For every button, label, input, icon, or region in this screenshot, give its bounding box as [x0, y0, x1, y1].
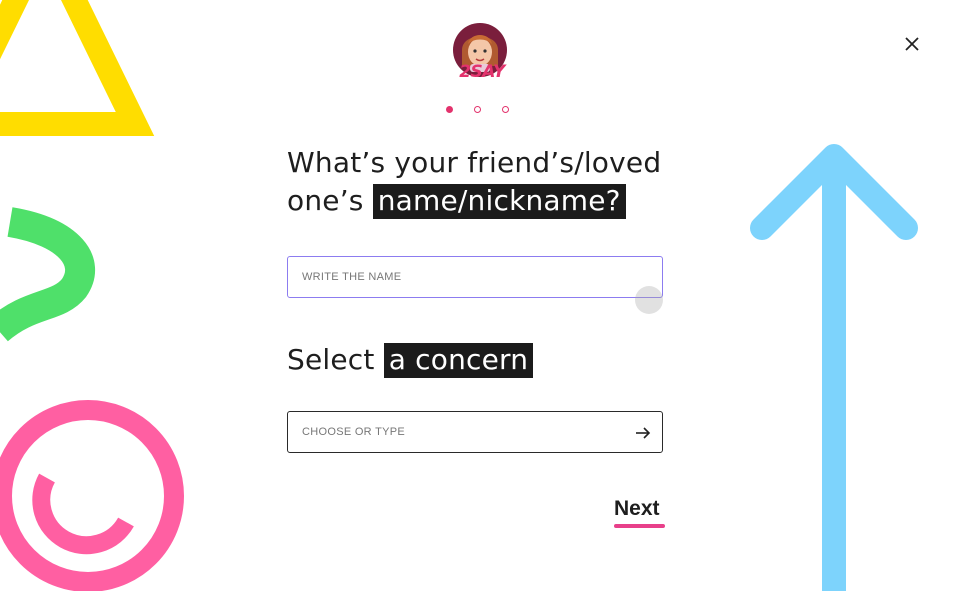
pink-ring-decoration [0, 400, 184, 591]
concern-field[interactable] [287, 411, 663, 453]
name-question-highlight: name/nickname? [372, 184, 626, 219]
concern-input[interactable] [288, 412, 662, 452]
next-button[interactable]: Next [614, 497, 660, 521]
name-field[interactable] [287, 256, 663, 298]
logo-wordmark: 2SAY [459, 62, 505, 82]
green-question-mark-decoration [0, 207, 96, 342]
name-question-heading: What’s your friend’s/loved one’s name/ni… [287, 144, 707, 220]
concern-question-highlight: a concern [383, 343, 534, 378]
next-underline [614, 524, 665, 528]
step-indicator [446, 106, 509, 113]
yellow-triangle-decoration [0, 0, 155, 136]
close-icon[interactable] [900, 32, 924, 56]
name-input[interactable] [288, 257, 662, 297]
concern-question-text: Select [287, 343, 375, 376]
step-dot-3 [502, 106, 509, 113]
step-dot-1 [446, 106, 453, 113]
concern-question-heading: Select a concern [287, 340, 534, 380]
pink-arc-decoration [32, 473, 134, 555]
mouse-cursor-indicator [635, 286, 663, 314]
arrow-right-icon[interactable] [634, 424, 652, 442]
step-dot-2 [474, 106, 481, 113]
